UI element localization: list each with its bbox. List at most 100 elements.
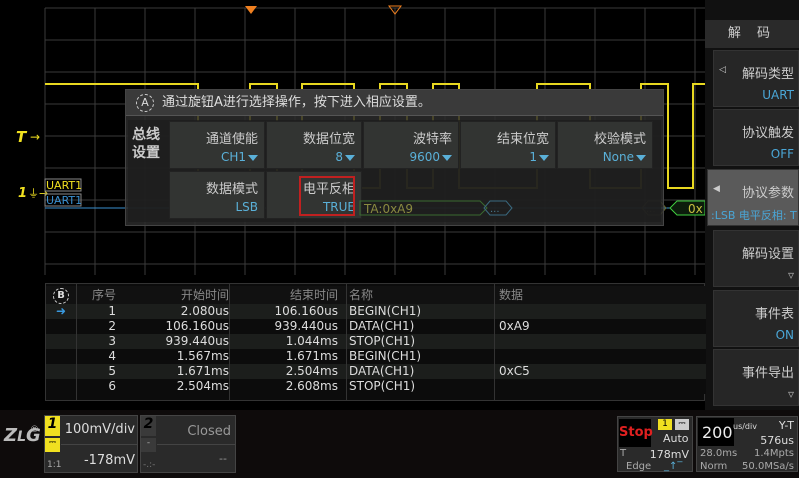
trigger-level: 178mV — [649, 448, 689, 461]
hint-text: 通过旋钮A进行选择操作，按下进入相应设置。 — [162, 95, 431, 110]
data-mode-toggle[interactable]: 数据模式 LSB — [169, 171, 265, 219]
event-export-button[interactable]: 事件导出 ▿ — [713, 349, 799, 406]
channel-enable-select[interactable]: 通道使能 CH1 — [169, 121, 265, 169]
stop-bits-select[interactable]: 结束位宽 1 — [460, 121, 556, 169]
column-divider — [76, 284, 77, 400]
table-row[interactable]: ➜ 1 2.080us 106.160us BEGIN(CH1) — [46, 304, 706, 319]
cell-index: 5 — [108, 364, 116, 378]
ch2-badge: 2 — [141, 416, 156, 436]
button-label: 协议参数 — [741, 186, 794, 201]
table-row[interactable]: 6 2.504ms 2.608ms STOP(CH1) — [46, 379, 706, 394]
knob-a-icon: A — [136, 94, 154, 112]
ch2-info[interactable]: 2 - -.:- Closed -- — [140, 415, 236, 473]
hint-bar: A 通过旋钮A进行选择操作，按下进入相应设置。 — [126, 90, 663, 116]
event-table-button[interactable]: 事件表 ON — [713, 290, 799, 347]
cell-index: 3 — [108, 334, 116, 348]
protocol-params-button[interactable]: ◀ 协议参数:LSB 电平反相: T — [707, 169, 799, 226]
rising-edge-icon: _↑‾ — [664, 461, 683, 472]
cell-name: STOP(CH1) — [349, 379, 416, 393]
table-row[interactable]: 3 939.440us 1.044ms STOP(CH1) — [46, 334, 706, 349]
table-row[interactable]: 4 1.567ms 1.671ms BEGIN(CH1) — [46, 349, 706, 364]
header-data: 数据 — [499, 288, 524, 302]
trigger-level-marker[interactable]: T — [16, 128, 28, 146]
cell-index: 1 — [108, 304, 116, 318]
bus-segment-text: TA:0xA9 — [363, 202, 413, 216]
cell-label: 校验模式 — [593, 132, 646, 147]
button-label: 解码类型 — [741, 67, 794, 82]
cell-end-time: 106.160us — [274, 304, 338, 318]
cell-value: 9600 — [364, 150, 452, 164]
decode-menu: 解 码 ◁ 解码类型 UART 协议触发 OFF ◀ 协议参数:LSB 电平反相: T … — [705, 0, 799, 410]
cell-name: BEGIN(CH1) — [349, 349, 422, 363]
header-name: 名称 — [349, 288, 374, 302]
current-row-arrow-icon: ➜ — [55, 304, 67, 318]
header-start-time: 开始时间 — [180, 288, 229, 302]
cell-index: 6 — [108, 379, 116, 393]
data-width-select[interactable]: 数据位宽 8 — [266, 121, 362, 169]
horizontal-delay: 576us — [760, 434, 794, 447]
baud-rate-select[interactable]: 波特率 9600 — [363, 121, 459, 169]
cell-name: BEGIN(CH1) — [349, 304, 422, 318]
cell-data: 0xC5 — [499, 364, 530, 378]
ch1-probe: 1:1 — [47, 460, 62, 470]
cell-start-time: 2.080us — [180, 304, 229, 318]
cell-label: 波特率 — [412, 132, 452, 147]
bus-decode-layer: TA:0xA9 ... — [359, 200, 513, 216]
column-divider — [229, 284, 230, 400]
timebase-value: 200 — [702, 423, 733, 442]
ch1-marker[interactable]: 1 — [18, 186, 27, 201]
registered-icon: ® — [30, 425, 39, 435]
protocol-trigger-button[interactable]: 协议触发 OFF — [713, 109, 799, 166]
status-bar: ZLG ® 1 ⎓ 1:1 100mV/div -178mV 2 - -.:- … — [0, 410, 799, 478]
ch1-scale: 100mV/div — [64, 422, 135, 437]
dc-coupling-icon: ⎓ — [675, 419, 689, 430]
decode-type-button[interactable]: ◁ 解码类型 UART — [713, 50, 799, 107]
ch2-state: Closed — [187, 424, 231, 439]
cell-start-time: 2.504ms — [176, 379, 229, 393]
run-stop-status[interactable]: Stop — [619, 419, 653, 447]
left-arrow-icon: ◀ — [713, 184, 720, 194]
button-value: ON — [775, 328, 794, 342]
cell-value: None — [558, 150, 646, 164]
trigger-source-badge: 1 — [658, 419, 672, 430]
cell-value: 8 — [267, 150, 355, 164]
left-arrow-icon: ◁ — [719, 65, 726, 75]
header-index: 序号 — [91, 288, 116, 302]
trigger-type: Edge — [626, 461, 652, 472]
button-label: 解码设置 — [741, 247, 794, 262]
cell-value: 1 — [461, 150, 549, 164]
trigger-position-marker[interactable] — [245, 6, 257, 14]
bus-label-2: UART1 — [46, 194, 82, 207]
button-label: 事件表 — [754, 307, 794, 322]
cell-data: 0xA9 — [499, 319, 530, 333]
knob-b-icon[interactable]: B — [53, 288, 69, 304]
selection-highlight — [299, 176, 355, 216]
button-label: 协议触发 — [741, 126, 794, 141]
parity-mode-select[interactable]: 校验模式 None — [557, 121, 653, 169]
trigger-arrow-icon: → — [30, 130, 40, 144]
table-row[interactable]: 5 1.671ms 2.504ms DATA(CH1) 0xC5 — [46, 364, 706, 379]
ch1-badge: 1 — [45, 416, 60, 436]
cell-label: 结束位宽 — [496, 132, 549, 147]
trigger-info[interactable]: Stop 1 ⎓ Auto T 178mV Edge _↑‾ — [617, 416, 693, 472]
ch1-info[interactable]: 1 ⎓ 1:1 100mV/div -178mV — [44, 415, 138, 473]
cell-start-time: 939.440us — [165, 334, 229, 348]
trigger-label: T — [620, 448, 627, 459]
table-row[interactable]: 2 106.160us 939.440us DATA(CH1) 0xA9 — [46, 319, 706, 334]
bus-segment: TA:0xA9 — [359, 200, 488, 216]
event-table: B 序号 开始时间 结束时间 名称 数据 ➜ 1 2.080us 106.160us B… — [45, 283, 706, 401]
cell-label: 通道使能 — [205, 132, 258, 147]
dropdown-icon: ▿ — [787, 268, 794, 282]
trigger-mode: Auto — [663, 432, 689, 445]
cell-label: 数据位宽 — [302, 132, 355, 147]
cell-start-time: 1.671ms — [176, 364, 229, 378]
acquisition-mode: Norm — [700, 461, 728, 472]
level-invert-toggle[interactable]: 电平反相 TRUE — [266, 171, 362, 219]
timebase-info[interactable]: 200 us/div Y-T 576us 28.0ms 1.4Mpts Norm… — [696, 416, 798, 472]
menu-title: 解 码 — [705, 20, 799, 48]
decode-settings-button[interactable]: 解码设置 ▿ — [713, 230, 799, 287]
bus-label-1: UART1 — [46, 179, 82, 192]
dropdown-icon: ▿ — [787, 387, 794, 401]
ch2-offset: -- — [219, 452, 227, 465]
svg-text:0x: 0x — [688, 202, 703, 216]
